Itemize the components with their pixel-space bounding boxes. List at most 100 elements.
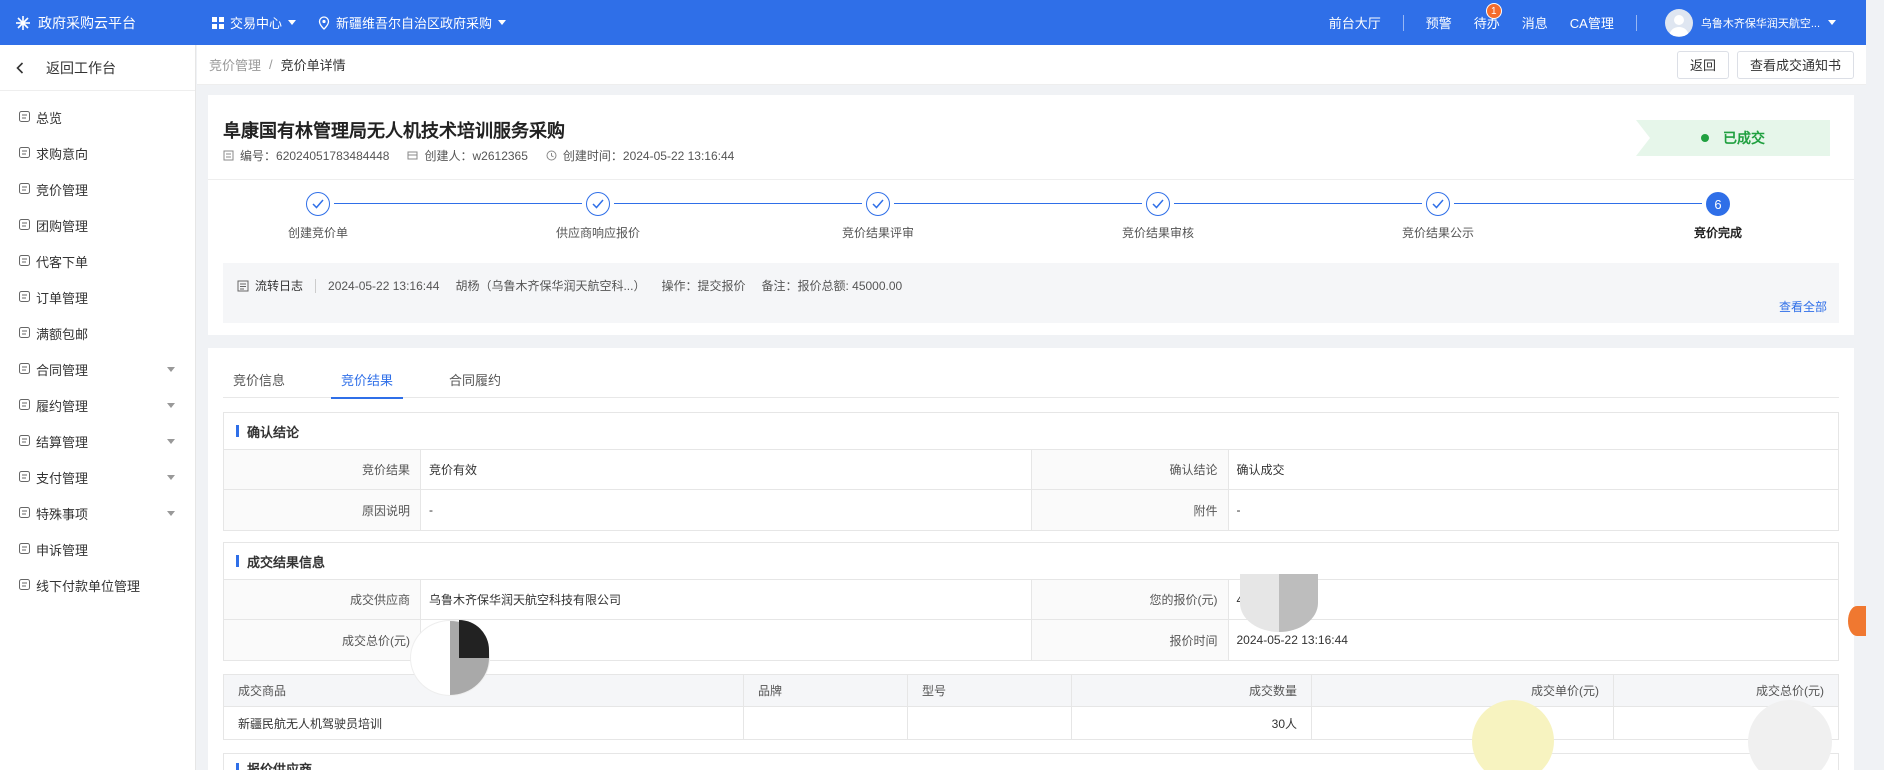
sidebar-item[interactable]: 订单管理 (0, 279, 195, 315)
check-icon (866, 192, 890, 216)
status-dot-icon (1701, 134, 1709, 142)
chevron-down-icon (498, 20, 507, 25)
kv-key: 确认结论 (1031, 450, 1229, 489)
view-all-link[interactable]: 查看全部 (1779, 298, 1827, 315)
sidebar-item-label: 线下付款单位管理 (36, 578, 141, 594)
view-notice-button[interactable]: 查看成交通知书 (1736, 50, 1854, 79)
sidebar-item-label: 满额包邮 (36, 326, 89, 342)
column-header: 品牌 (744, 675, 908, 706)
sidebar-item[interactable]: 特殊事项 (0, 495, 195, 531)
sidebar-item[interactable]: 团购管理 (0, 207, 195, 243)
brand[interactable]: 政府采购云平台 (0, 13, 200, 33)
section-header: 成交结果信息 (224, 543, 1838, 580)
tab[interactable]: 竞价信息 (223, 368, 295, 398)
top-right-links: 前台大厅 预警 待办 1 消息 CA管理 乌鲁木齐保华润天航空... (1307, 3, 1866, 37)
sidebar-item-label: 订单管理 (36, 290, 89, 306)
grid-icon (212, 16, 224, 29)
sidebar-item[interactable]: 求购意向 (0, 135, 195, 171)
meta-number: 编号： 62024051783484448 (223, 147, 389, 164)
chevron-down-icon (1828, 20, 1836, 25)
section-header: 确认结论 (224, 413, 1838, 450)
breadcrumb-parent[interactable]: 竞价管理 (209, 55, 261, 74)
sidebar-item[interactable]: 申诉管理 (0, 531, 195, 567)
tab[interactable]: 竞价结果 (331, 368, 404, 399)
kv-value: 2024-05-22 13:16:44 (1236, 633, 1348, 647)
kv-key: 报价时间 (1031, 620, 1229, 660)
confirm-section: 确认结论 竞价结果 竞价有效 确认结论 确认成交 原因说明 - 附件 - (223, 412, 1839, 531)
check-icon (1426, 192, 1450, 216)
step: 创建竞价单 (238, 192, 398, 241)
list-icon (18, 290, 32, 304)
chevron-down-icon (167, 366, 175, 372)
sidebar-item[interactable]: 支付管理 (0, 459, 195, 495)
column-header: 成交单价(元) (1312, 675, 1614, 706)
sidebar-item-label: 履约管理 (36, 398, 89, 414)
created-value: 2024-05-22 13:16:44 (622, 148, 735, 163)
check-icon (306, 192, 330, 216)
kv-key: 竞价结果 (224, 450, 421, 489)
todo-link[interactable]: 待办 1 (1474, 3, 1502, 32)
breadcrumb: 竞价管理 / 竞价单详情 返回 查看成交通知书 (197, 45, 1866, 85)
user-name: 乌鲁木齐保华润天航空... (1700, 17, 1820, 30)
column-header: 成交商品 (224, 675, 744, 706)
sidebar-item-label: 申诉管理 (36, 542, 89, 558)
sidebar-item[interactable]: 合同管理 (0, 351, 195, 387)
user-menu[interactable]: 乌鲁木齐保华润天航空... (1664, 8, 1836, 37)
warning-link[interactable]: 预警 (1426, 13, 1452, 32)
location-icon (318, 15, 330, 30)
step-circle: 6 (1706, 192, 1730, 216)
chevron-down-icon (167, 438, 175, 444)
back-button[interactable]: 返回 (1676, 50, 1729, 79)
sidebar-item[interactable]: 竞价管理 (0, 171, 195, 207)
ca-manage-link[interactable]: CA管理 (1570, 13, 1614, 32)
kv-key: 原因说明 (224, 490, 421, 530)
section-title: 确认结论 (247, 424, 300, 440)
number-value: 62024051783484448 (276, 148, 390, 163)
step-label: 竞价完成 (1693, 226, 1742, 240)
sidebar-item[interactable]: 履约管理 (0, 387, 195, 423)
table-cell (908, 707, 1072, 739)
brand-logo-icon (14, 14, 32, 32)
chevron-left-icon (16, 61, 24, 74)
sidebar-item[interactable]: 线下付款单位管理 (0, 567, 195, 603)
creator-value: w2612365 (472, 148, 528, 163)
sidebar: 返回工作台 总览 求购意向 竞价管理团购管理代客下单订单管理满额包邮合同管理履约管理… (0, 45, 196, 770)
back-to-workbench[interactable]: 返回工作台 (0, 45, 195, 91)
mascot-icon[interactable] (1848, 606, 1866, 636)
kv-value: - (1236, 503, 1241, 517)
front-hall-link[interactable]: 前台大厅 (1329, 13, 1381, 32)
flow-log-label: 流转日志 (255, 279, 304, 293)
meta-creator: 创建人： w2612365 (407, 147, 528, 164)
sidebar-item-label: 结算管理 (36, 434, 89, 450)
home-icon (18, 110, 32, 124)
offline-icon (18, 578, 32, 592)
number-label: 编号： (240, 149, 277, 163)
message-link[interactable]: 消息 (1522, 13, 1548, 32)
sidebar-item-label: 团购管理 (36, 218, 89, 234)
trade-center-label: 交易中心 (230, 16, 283, 31)
section-bar (236, 762, 239, 770)
section-bar (236, 425, 239, 437)
step-number: 6 (1714, 196, 1722, 212)
step: 6 竞价完成 (1638, 192, 1798, 241)
step-label: 竞价结果审核 (1121, 226, 1194, 240)
table-cell (744, 707, 908, 739)
column-header: 成交总价(元) (1756, 684, 1824, 698)
sidebar-item[interactable]: 代客下单 (0, 243, 195, 279)
sidebar-item[interactable]: 结算管理 (0, 423, 195, 459)
perform-icon (18, 398, 32, 412)
page-title: 阜康国有林管理局无人机技术培训服务采购 (223, 121, 565, 141)
sidebar-item[interactable]: 总览 (0, 99, 195, 135)
tab[interactable]: 合同履约 (439, 368, 511, 398)
card-icon (407, 150, 418, 161)
sidebar-item[interactable]: 满额包邮 (0, 315, 195, 351)
region-selector[interactable]: 新疆维吾尔自治区政府采购 (318, 13, 507, 32)
kv-row: 成交供应商 乌鲁木齐保华润天航空科技有限公司 您的报价(元) 4 (224, 580, 1838, 620)
flow-log-row: 流转日志 2024-05-22 13:16:44 胡杨（乌鲁木齐保华润天航空科.… (237, 277, 918, 294)
brand-name: 政府采购云平台 (38, 14, 136, 31)
section-bar (236, 555, 239, 567)
meta-created: 创建时间： 2024-05-22 13:16:44 (546, 147, 734, 164)
step: 供应商响应报价 (518, 192, 678, 241)
flow-log-operator: 胡杨（乌鲁木齐保华润天航空科...） (455, 279, 646, 293)
trade-center-menu[interactable]: 交易中心 (212, 13, 297, 32)
